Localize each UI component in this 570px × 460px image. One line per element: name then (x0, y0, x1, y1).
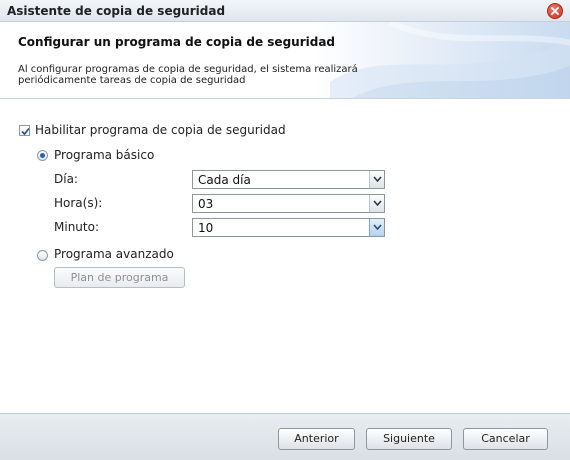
wizard-body: Habilitar programa de copia de seguridad… (0, 100, 570, 413)
chevron-down-icon (373, 224, 382, 230)
schedule-plan-button[interactable]: Plan de programa (54, 267, 185, 288)
chevron-down-icon (373, 200, 382, 206)
close-icon (551, 7, 559, 15)
advanced-schedule-label[interactable]: Programa avanzado (54, 247, 174, 261)
header-description: Al configurar programas de copia de segu… (18, 64, 358, 86)
chevron-down-icon (373, 176, 382, 182)
backup-wizard-window: Asistente de copia de seguridad Configur… (0, 0, 570, 460)
day-label: Día: (54, 172, 78, 186)
cancel-button[interactable]: Cancelar (463, 428, 548, 450)
day-select[interactable]: Cada día (192, 170, 385, 189)
hour-select-arrow[interactable] (369, 195, 384, 212)
hour-label: Hora(s): (54, 196, 103, 210)
day-select-value: Cada día (198, 173, 251, 187)
basic-schedule-label[interactable]: Programa básico (54, 148, 154, 162)
checkmark-icon (21, 127, 30, 136)
title-bar: Asistente de copia de seguridad (0, 0, 570, 22)
advanced-schedule-radio[interactable] (37, 250, 48, 261)
enable-schedule-checkbox[interactable] (19, 125, 30, 136)
back-button[interactable]: Anterior (278, 428, 355, 450)
wizard-footer: Anterior Siguiente Cancelar (0, 413, 570, 460)
window-title: Asistente de copia de seguridad (7, 4, 226, 18)
enable-schedule-label[interactable]: Habilitar programa de copia de seguridad (35, 123, 286, 137)
header-title: Configurar un programa de copia de segur… (18, 35, 336, 49)
next-button[interactable]: Siguiente (366, 428, 452, 450)
wizard-header: Configurar un programa de copia de segur… (0, 22, 570, 99)
hour-select-value: 03 (198, 197, 214, 211)
minute-select-arrow[interactable] (369, 219, 384, 236)
basic-schedule-radio[interactable] (37, 150, 48, 161)
minute-label: Minuto: (54, 220, 99, 234)
day-select-arrow[interactable] (369, 171, 384, 188)
minute-select[interactable]: 10 (192, 218, 385, 237)
header-decoration (330, 22, 570, 98)
minute-select-value: 10 (198, 221, 214, 235)
hour-select[interactable]: 03 (192, 194, 385, 213)
close-button[interactable] (547, 3, 563, 19)
